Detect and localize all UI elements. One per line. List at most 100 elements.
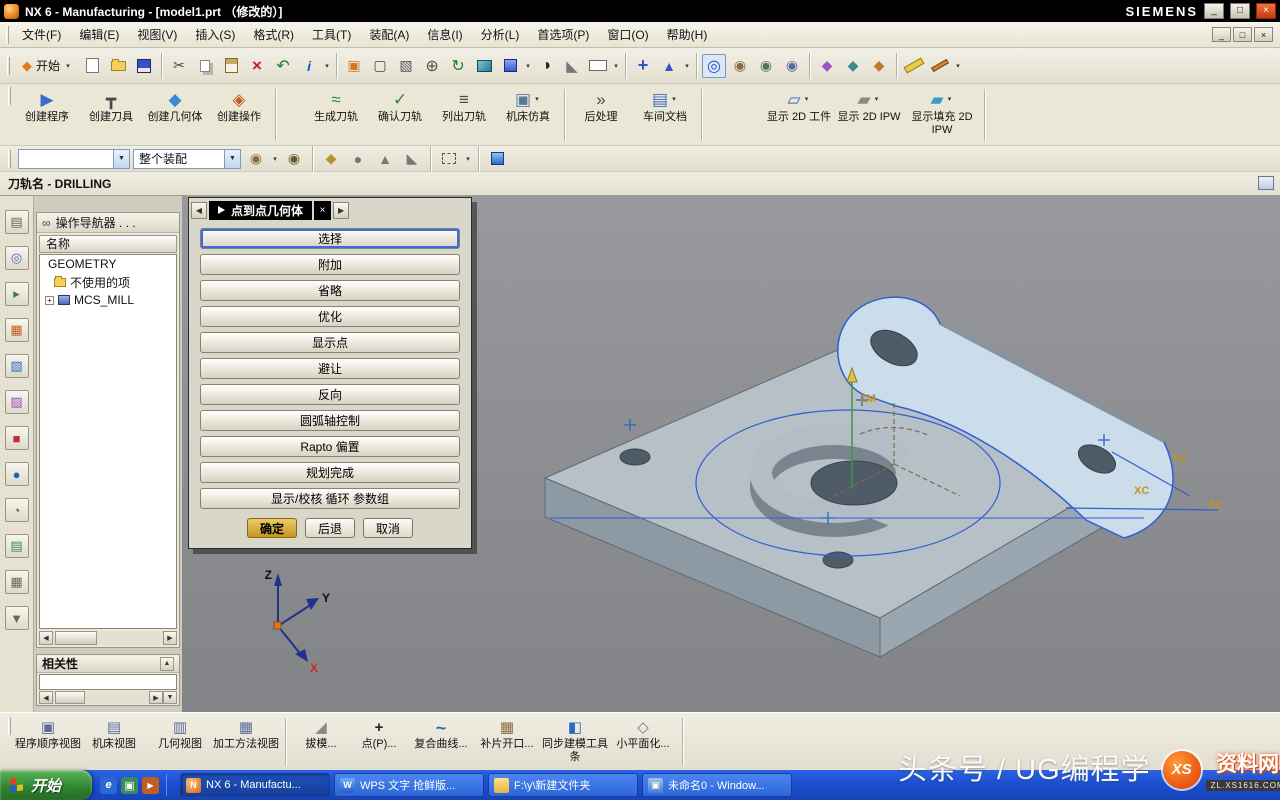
machine-tool-view-button[interactable]: 机床视图 (81, 717, 147, 751)
paste-button[interactable] (219, 54, 243, 78)
snap-cone-button[interactable] (346, 147, 370, 171)
scroll-left-icon[interactable] (39, 691, 53, 704)
menu-file[interactable]: 文件(F) (13, 22, 70, 47)
chevron-down-icon[interactable] (271, 155, 279, 163)
quick-launch-browser-icon[interactable] (100, 777, 117, 794)
reverse-button[interactable]: 反向 (200, 384, 460, 405)
menu-insert[interactable]: 插入(S) (186, 22, 244, 47)
gear-button[interactable] (728, 54, 752, 78)
system-scenes-icon[interactable] (5, 570, 29, 594)
interpart-button[interactable] (841, 54, 865, 78)
toolbar-grip[interactable] (7, 57, 10, 75)
chevron-down-icon[interactable] (323, 62, 331, 70)
zoom-button[interactable] (420, 54, 444, 78)
menu-preferences[interactable]: 首选项(P) (528, 22, 598, 47)
synchronous-modeling-toolbar-button[interactable]: 同步建模工具条 (540, 717, 610, 763)
binoculars-button[interactable] (244, 147, 268, 171)
create-program-button[interactable]: 创建程序 (15, 87, 79, 124)
facet-button[interactable]: 小平面化... (610, 717, 676, 751)
chevron-down-icon[interactable] (612, 62, 620, 70)
scroll-track[interactable] (53, 631, 163, 645)
scroll-up-icon[interactable] (160, 657, 174, 671)
toolbar-grip[interactable] (6, 26, 9, 44)
menu-format[interactable]: 格式(R) (244, 22, 303, 47)
point-button[interactable]: 点(P)... (350, 717, 408, 751)
menu-help[interactable]: 帮助(H) (658, 22, 717, 47)
menu-edit[interactable]: 编辑(E) (70, 22, 128, 47)
cut-button[interactable] (167, 54, 191, 78)
cancel-button[interactable]: 取消 (363, 518, 413, 538)
display-verify-cycle-params-button[interactable]: 显示/校核 循环 参数组 (200, 488, 460, 509)
scroll-left-icon[interactable] (39, 631, 53, 645)
chevron-down-icon[interactable] (464, 155, 472, 163)
geometry-view-button[interactable]: 几何视图 (147, 717, 213, 751)
contrast-button[interactable] (534, 54, 558, 78)
pan-button[interactable] (472, 54, 496, 78)
name-column-header[interactable]: 名称 (39, 235, 177, 253)
quick-launch-media-icon[interactable] (142, 777, 159, 794)
tree-row-geometry[interactable]: GEOMETRY (40, 255, 176, 273)
snap-sphere-button[interactable] (319, 147, 343, 171)
task-button-wps[interactable]: WPS 文字 抢鲜版... (334, 773, 484, 797)
show-2d-workpiece-button[interactable]: 显示 2D 工件 (764, 87, 834, 124)
plate-hole-bottom[interactable] (823, 552, 853, 568)
hd3d-tools-icon[interactable] (5, 354, 29, 378)
navigator-hscrollbar[interactable] (39, 631, 177, 645)
show-2d-ipw-button[interactable]: 显示 2D IPW (834, 87, 904, 124)
constraint-navigator-icon[interactable] (5, 246, 29, 270)
chevron-down-icon[interactable] (524, 62, 532, 70)
start-menu-button[interactable]: 开始 (16, 54, 78, 77)
assembly-navigator-icon[interactable] (5, 210, 29, 234)
dependencies-header[interactable]: 相关性 (37, 655, 179, 673)
selection-scope-combo[interactable]: 整个装配 (133, 149, 241, 169)
create-tool-button[interactable]: 创建刀具 (79, 87, 143, 124)
task-button-nx[interactable]: NX 6 - Manufactu... (180, 773, 330, 797)
ok-button[interactable]: 确定 (247, 518, 297, 538)
tab-left-arrow-icon[interactable] (191, 202, 207, 219)
list-toolpath-button[interactable]: 列出刀轨 (432, 87, 496, 124)
shop-documentation-button[interactable]: 车间文档 (633, 87, 697, 124)
scroll-down-icon[interactable] (163, 691, 177, 704)
rapto-offset-button[interactable]: Rapto 偏置 (200, 436, 460, 457)
tab-right-arrow-icon[interactable] (333, 202, 349, 219)
constraints-button[interactable] (780, 54, 804, 78)
program-order-view-button[interactable]: 程序顺序视图 (15, 717, 81, 751)
roles-icon[interactable] (5, 534, 29, 558)
mdi-minimize-button[interactable] (1212, 27, 1231, 42)
new-file-button[interactable] (80, 54, 104, 78)
create-geometry-button[interactable]: 创建几何体 (143, 87, 207, 124)
tree-row-mcs-mill[interactable]: MCS_MILL (40, 291, 176, 309)
display-points-button[interactable]: 显示点 (200, 332, 460, 353)
scroll-right-icon[interactable] (149, 691, 163, 704)
tree-row-unused[interactable]: 不使用的项 (40, 273, 176, 291)
move-object-button[interactable] (631, 54, 655, 78)
scroll-track[interactable] (53, 691, 149, 704)
avoid-button[interactable]: 避让 (200, 358, 460, 379)
history-icon[interactable] (5, 426, 29, 450)
annotate-button[interactable] (928, 54, 952, 78)
measure-button[interactable] (902, 54, 926, 78)
scroll-right-icon[interactable] (163, 631, 177, 645)
tab-close-icon[interactable] (314, 201, 331, 220)
machine-simulation-button[interactable]: 机床仿真 (496, 87, 560, 124)
work-cube-button[interactable] (485, 147, 509, 171)
maximize-button[interactable] (1230, 3, 1250, 19)
postprocess-button[interactable]: 后处理 (569, 87, 633, 124)
patch-opening-button[interactable]: 补片开口... (474, 717, 540, 751)
chevron-down-icon[interactable] (954, 62, 962, 70)
show-filled-2d-ipw-button[interactable]: 显示填充 2D IPW (904, 87, 980, 136)
zoom-window-button[interactable] (394, 54, 418, 78)
info-button[interactable] (297, 54, 321, 78)
create-operation-button[interactable]: 创建操作 (207, 87, 271, 124)
fit-view-button[interactable] (368, 54, 392, 78)
part-navigator-icon[interactable] (5, 282, 29, 306)
plate-hole-left[interactable] (620, 449, 650, 465)
promotion-button[interactable] (867, 54, 891, 78)
type-filter-combo[interactable] (18, 149, 130, 169)
dock-pin-icon[interactable] (5, 606, 29, 630)
menu-information[interactable]: 信息(I) (418, 22, 471, 47)
start-button[interactable]: 开始 (0, 770, 92, 800)
sketch-button[interactable] (342, 54, 366, 78)
filter-button[interactable] (282, 147, 306, 171)
chevron-down-icon[interactable] (683, 62, 691, 70)
